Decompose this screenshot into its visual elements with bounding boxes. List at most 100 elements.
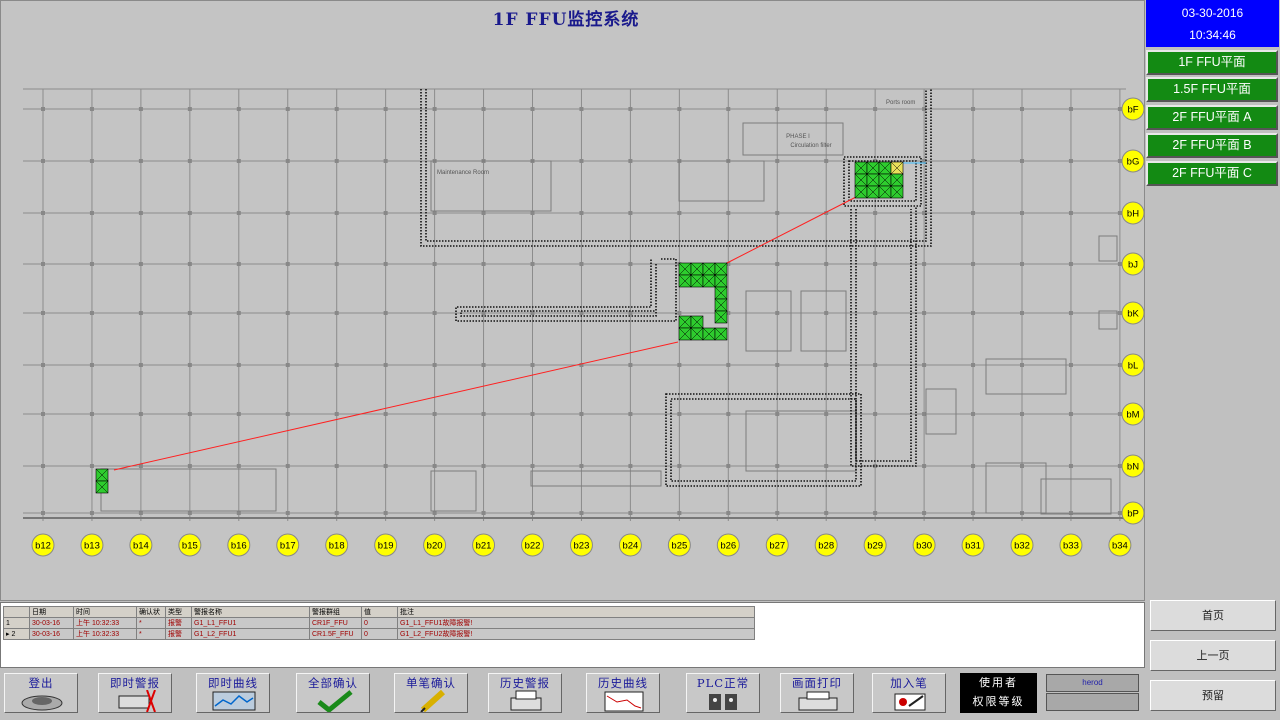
ffu-unit[interactable]: [690, 327, 704, 341]
header-row-num: [3, 606, 30, 618]
ffu-unit[interactable]: [690, 262, 704, 276]
ffu-unit[interactable]: [714, 327, 728, 341]
column-label-b25: b25: [671, 541, 687, 552]
ack-all-label: 全部确认: [308, 676, 358, 690]
ffu-unit[interactable]: [702, 327, 716, 341]
column-label-b14: b14: [133, 541, 149, 552]
column-label-b26: b26: [720, 541, 736, 552]
check-icon: [311, 690, 357, 712]
ffu-unit[interactable]: [714, 274, 728, 288]
column-label-b13: b13: [84, 541, 100, 552]
header-ack[interactable]: 确认状: [136, 606, 166, 618]
ffu-unit[interactable]: [878, 161, 892, 175]
table-row[interactable]: ▸ 2 30-03-16 上午 10:32:33 * 报警 G1_L2_FFU1…: [3, 628, 755, 640]
alarm-table-header: 日期 时间 确认状 类型 警报名称 警报群组 值 批注: [3, 606, 755, 618]
row-label-bM: bM: [1126, 410, 1139, 421]
ffu-unit[interactable]: [854, 185, 868, 199]
history-curve-button[interactable]: 历史曲线: [586, 673, 660, 713]
ffu-unit[interactable]: [854, 173, 868, 187]
column-label-b32: b32: [1014, 541, 1030, 552]
header-alarm-name[interactable]: 警报名称: [191, 606, 310, 618]
ffu-unit[interactable]: [702, 262, 716, 276]
row-label-bN: bN: [1127, 462, 1139, 473]
cell-type: 报警: [165, 617, 192, 629]
alarm-link-line: [113, 341, 679, 471]
chart-icon: [601, 690, 647, 712]
header-date[interactable]: 日期: [29, 606, 74, 618]
plc-status-button[interactable]: PLC正常: [686, 673, 760, 713]
ffu-unit[interactable]: [690, 274, 704, 288]
curve-icon: [211, 690, 257, 712]
ffu-unit[interactable]: [714, 298, 728, 312]
column-label-b33: b33: [1063, 541, 1079, 552]
column-label-b34: b34: [1112, 541, 1128, 552]
ffu-unit[interactable]: [878, 185, 892, 199]
plc-icon: [701, 690, 747, 712]
ffu-unit[interactable]: [678, 315, 692, 329]
logout-button[interactable]: 登出: [4, 673, 78, 713]
logout-label: 登出: [28, 676, 54, 690]
realtime-alarm-button[interactable]: 即时警报: [98, 673, 172, 713]
ffu-unit[interactable]: [866, 173, 880, 187]
ffu-unit[interactable]: [866, 161, 880, 175]
header-time[interactable]: 时间: [73, 606, 137, 618]
right-panel: 03-30-2016 10:34:46 1F FFU平面 1.5F FFU平面 …: [1145, 0, 1280, 601]
add-entry-button[interactable]: 加入笔: [872, 673, 946, 713]
cell-group: CR1F_FFU: [309, 617, 362, 629]
column-label-b30: b30: [916, 541, 932, 552]
floor-button-1-5f[interactable]: 1.5F FFU平面: [1146, 77, 1278, 102]
ffu-unit[interactable]: [678, 327, 692, 341]
home-button[interactable]: 首页: [1150, 600, 1276, 631]
column-label-b31: b31: [965, 541, 981, 552]
header-value[interactable]: 值: [361, 606, 398, 618]
floor-button-2f-b[interactable]: 2F FFU平面 B: [1146, 133, 1278, 158]
column-label-b29: b29: [867, 541, 883, 552]
ffu-unit[interactable]: [95, 468, 109, 482]
header-type[interactable]: 类型: [165, 606, 192, 618]
ffu-unit[interactable]: [890, 161, 904, 175]
ffu-unit[interactable]: [714, 262, 728, 276]
print-icon: [795, 690, 841, 712]
ffu-unit[interactable]: [95, 480, 109, 494]
header-comment[interactable]: 批注: [397, 606, 755, 618]
ffu-unit[interactable]: [854, 161, 868, 175]
previous-page-button[interactable]: 上一页: [1150, 640, 1276, 671]
header-group[interactable]: 警报群组: [309, 606, 362, 618]
column-label-b19: b19: [378, 541, 394, 552]
column-label-b20: b20: [427, 541, 443, 552]
row-label-bG: bG: [1127, 157, 1140, 168]
column-label-b12: b12: [35, 541, 51, 552]
ack-all-button[interactable]: 全部确认: [296, 673, 370, 713]
ffu-unit[interactable]: [678, 274, 692, 288]
ffu-unit[interactable]: [678, 262, 692, 276]
ffu-unit[interactable]: [714, 310, 728, 324]
cell-type: 报警: [165, 628, 192, 640]
column-label-b21: b21: [476, 541, 492, 552]
floor-button-2f-a[interactable]: 2F FFU平面 A: [1146, 105, 1278, 130]
add-entry-label: 加入笔: [890, 676, 928, 690]
ffu-unit[interactable]: [890, 173, 904, 187]
app-root: 1F FFU监控系统 Maintenance Room PHASE I Circ…: [0, 0, 1280, 720]
room-label-phase: PHASE I: [786, 134, 810, 140]
ffu-unit[interactable]: [878, 173, 892, 187]
ffu-unit[interactable]: [690, 315, 704, 329]
floor-button-1f[interactable]: 1F FFU平面: [1146, 50, 1278, 75]
pencil-icon: [409, 689, 455, 712]
ack-single-button[interactable]: 单笔确认: [394, 673, 468, 713]
print-screen-button[interactable]: 画面打印: [780, 673, 854, 713]
add-icon: [887, 690, 933, 712]
cell-alarm-name: G1_L2_FFU1: [191, 628, 310, 640]
ffu-unit[interactable]: [890, 185, 904, 199]
history-alarm-button[interactable]: 历史警报: [488, 673, 562, 713]
reserve-button[interactable]: 预留: [1150, 680, 1276, 711]
ffu-unit[interactable]: [866, 185, 880, 199]
ffu-unit[interactable]: [714, 286, 728, 300]
ffu-unit[interactable]: [702, 274, 716, 288]
floor-button-2f-c[interactable]: 2F FFU平面 C: [1146, 161, 1278, 186]
logout-icon: [19, 690, 65, 712]
ack-single-label: 单笔确认: [406, 676, 456, 690]
table-row[interactable]: 1 30-03-16 上午 10:32:33 * 报警 G1_L1_FFU1 C…: [3, 617, 755, 629]
column-label-b28: b28: [818, 541, 834, 552]
realtime-curve-button[interactable]: 即时曲线: [196, 673, 270, 713]
row-pointer-icon: ▸: [6, 631, 10, 638]
